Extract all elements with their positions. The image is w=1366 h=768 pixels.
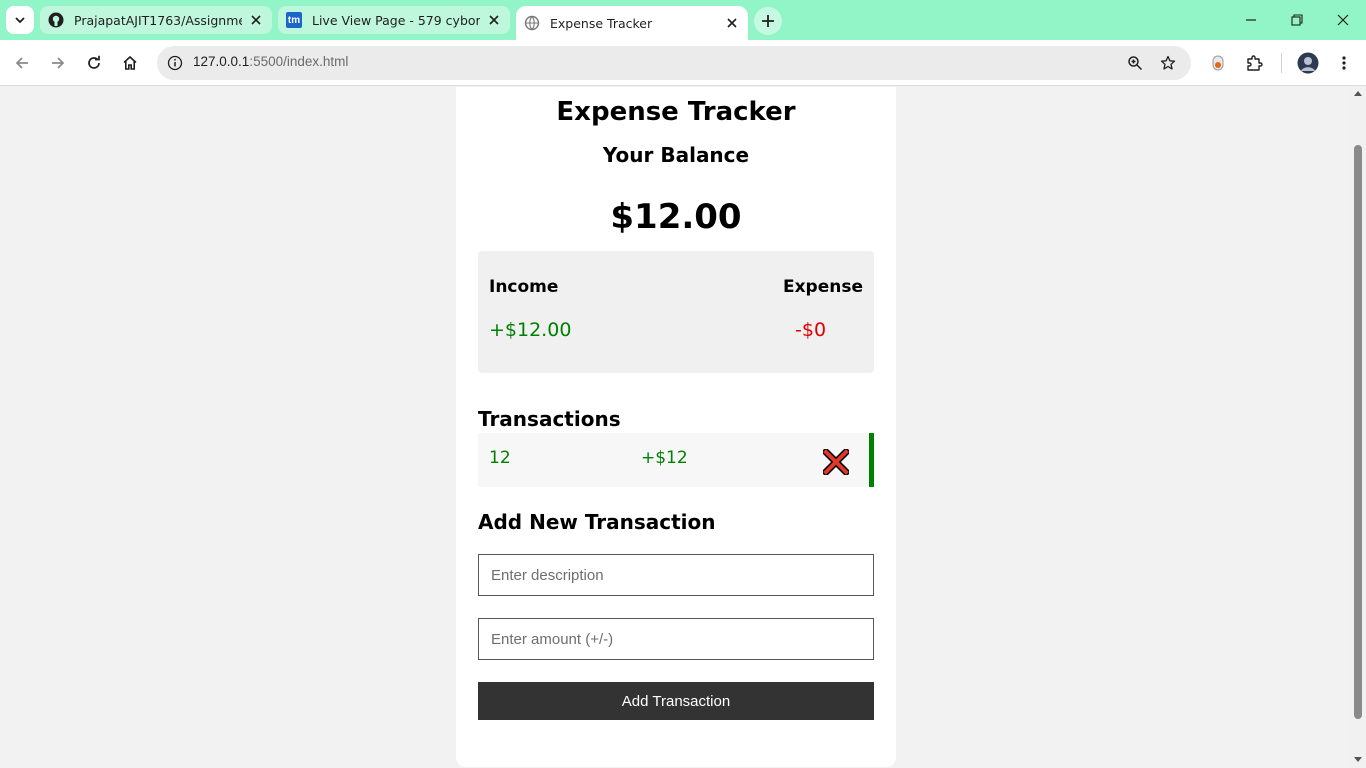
extension-badge-icon [1212, 55, 1224, 71]
balance-value: $12.00 [610, 197, 742, 237]
close-icon[interactable] [486, 12, 502, 28]
forward-button[interactable] [42, 47, 74, 79]
balance-label: Your Balance [602, 143, 750, 167]
extensions-button[interactable] [1238, 47, 1270, 79]
menu-button[interactable] [1328, 47, 1360, 79]
page-title: Expense Tracker [556, 97, 796, 127]
page-scrollbar[interactable] [1350, 87, 1366, 768]
plus-icon [762, 15, 774, 27]
home-button[interactable] [114, 47, 146, 79]
delete-transaction-button[interactable] [822, 448, 850, 476]
transaction-item: 12 +$12 [478, 433, 874, 487]
url-host: 127.0.0.1 [193, 54, 250, 69]
transaction-description: 12 [489, 448, 511, 468]
close-icon [1337, 14, 1349, 26]
income-value: +$12.00 [489, 319, 572, 341]
minimize-button[interactable] [1228, 0, 1274, 40]
expense-tracker-card: Expense Tracker Your Balance $12.00 Inco… [456, 87, 896, 767]
arrow-left-icon [15, 57, 28, 69]
url-path: :5500/index.html [249, 54, 349, 69]
reload-button[interactable] [78, 47, 110, 79]
income-expense-summary: Income Expense +$12.00 -$0 [478, 251, 874, 373]
tab-expense-tracker[interactable]: Expense Tracker [516, 6, 748, 40]
scroll-up-icon[interactable] [1354, 91, 1362, 96]
restore-icon [1291, 14, 1303, 26]
more-vertical-icon [1342, 56, 1346, 70]
github-icon [48, 12, 64, 28]
address-bar[interactable]: 127.0.0.1:5500/index.html [157, 46, 1191, 80]
description-input[interactable] [478, 554, 874, 596]
page-viewport: Expense Tracker Your Balance $12.00 Inco… [0, 87, 1350, 768]
tab-title: Expense Tracker [550, 15, 653, 31]
transactions-heading: Transactions [478, 407, 621, 431]
tab-github[interactable]: PrajapatAJIT1763/Assignment_I [40, 6, 272, 34]
expense-value: -$0 [795, 319, 827, 341]
restore-button[interactable] [1274, 0, 1320, 40]
avatar [1297, 52, 1319, 74]
zoom-icon[interactable] [1123, 51, 1147, 75]
home-icon [123, 55, 137, 70]
delete-x-icon [823, 449, 849, 475]
chevron-down-icon [15, 17, 25, 24]
new-tab-button[interactable] [754, 7, 782, 35]
add-transaction-heading: Add New Transaction [478, 510, 716, 534]
profile-button[interactable] [1292, 47, 1324, 79]
arrow-right-icon [52, 57, 65, 69]
add-transaction-button[interactable]: Add Transaction [478, 682, 874, 720]
tab-title: Live View Page - 579 cyborg ga [312, 12, 480, 28]
scroll-down-icon[interactable] [1354, 757, 1362, 762]
extension-button[interactable] [1202, 47, 1234, 79]
reload-icon [88, 55, 100, 69]
tm-icon: tm [286, 12, 302, 28]
scrollbar-thumb[interactable] [1354, 145, 1362, 719]
bookmark-star-icon[interactable] [1156, 51, 1180, 75]
income-label: Income [489, 277, 559, 297]
puzzle-icon [1247, 55, 1263, 71]
tab-live-view[interactable]: tm Live View Page - 579 cyborg ga [278, 6, 510, 34]
back-button[interactable] [6, 47, 38, 79]
minimize-icon [1246, 19, 1256, 21]
toolbar-separator [1281, 53, 1282, 73]
close-icon[interactable] [248, 12, 264, 28]
close-icon[interactable] [724, 15, 740, 31]
amount-input[interactable] [478, 618, 874, 660]
tab-search-button[interactable] [6, 6, 34, 34]
transaction-amount: +$12 [641, 448, 688, 468]
tab-title: PrajapatAJIT1763/Assignment_I [74, 12, 242, 28]
browser-toolbar: 127.0.0.1:5500/index.html [0, 40, 1366, 86]
globe-icon [524, 15, 540, 31]
close-window-button[interactable] [1320, 0, 1366, 40]
expense-label: Expense [782, 277, 863, 297]
tab-strip: PrajapatAJIT1763/Assignment_I tm Live Vi… [0, 0, 1366, 40]
url-text: 127.0.0.1:5500/index.html [193, 54, 348, 69]
info-icon[interactable] [163, 51, 187, 75]
